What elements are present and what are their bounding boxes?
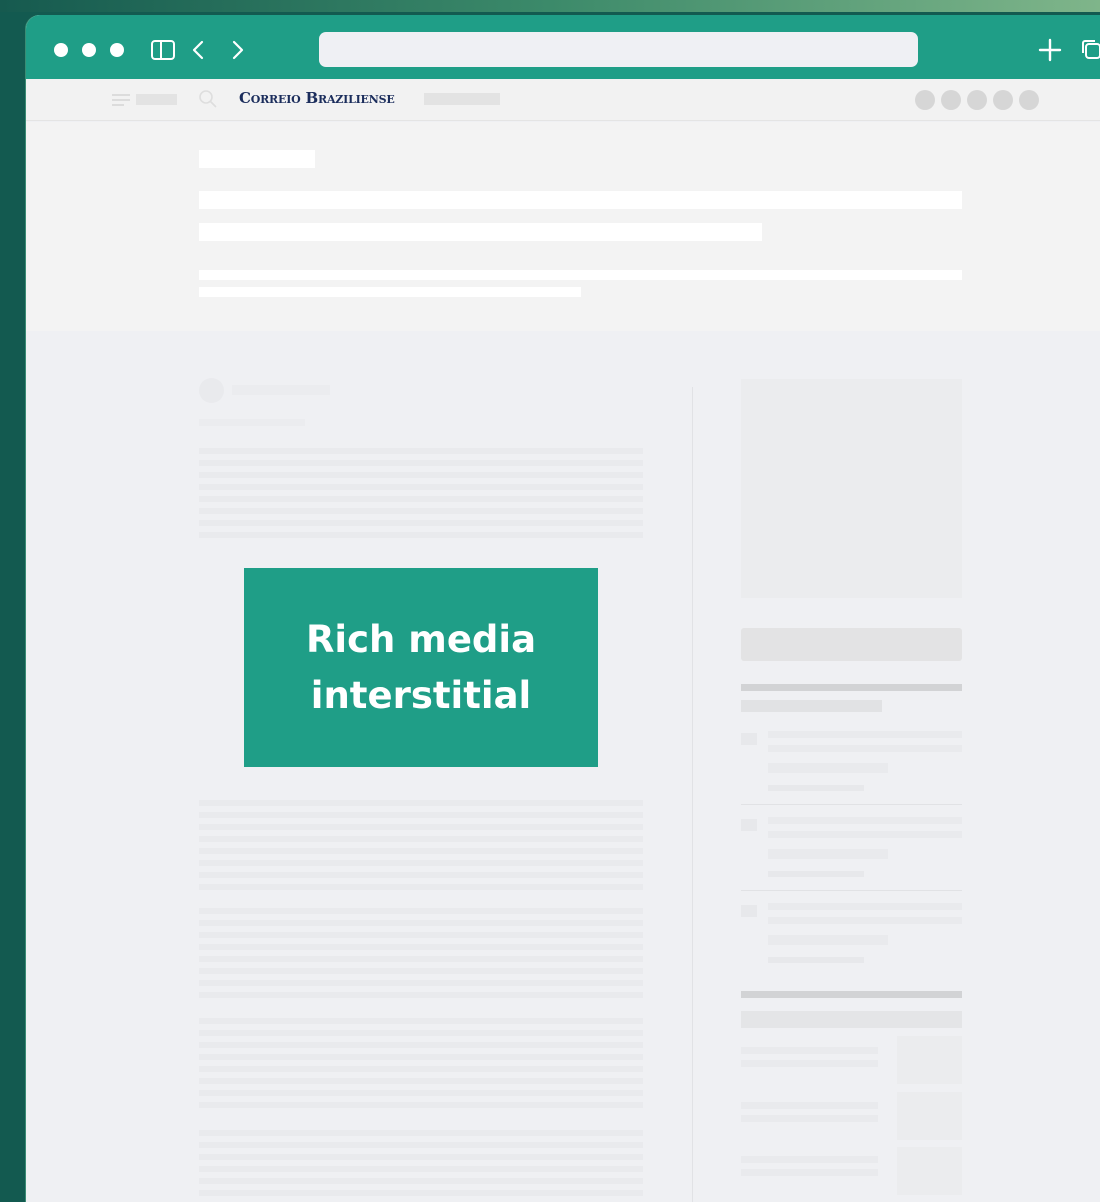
article-header-skeleton	[26, 122, 1100, 331]
forward-icon[interactable]	[224, 37, 250, 63]
sidebar-thumb-placeholder	[897, 1036, 962, 1084]
sidebar-button-placeholder	[741, 628, 962, 661]
subtitle-line-placeholder	[199, 270, 962, 280]
site-logo[interactable]: Correio Braziliense	[239, 89, 395, 107]
news-meta-placeholder	[768, 871, 864, 877]
sidebar-heading-placeholder	[741, 684, 962, 691]
youtube-icon[interactable]	[1019, 90, 1039, 110]
news-meta-placeholder	[768, 785, 864, 791]
instagram-icon[interactable]	[993, 90, 1013, 110]
news-thumb-placeholder	[741, 905, 757, 917]
sidebar-subheading-placeholder	[741, 1011, 962, 1028]
facebook-icon[interactable]	[941, 90, 961, 110]
headline-line-placeholder	[199, 223, 762, 241]
window-zoom-button[interactable]	[110, 43, 124, 57]
address-bar[interactable]	[319, 32, 918, 67]
sidebar-news-item[interactable]	[741, 817, 962, 891]
sidebar-news-item[interactable]	[741, 731, 962, 805]
interstitial-label: Rich media interstitial	[305, 617, 537, 717]
search-icon[interactable]	[198, 89, 218, 109]
author-avatar	[199, 378, 224, 403]
sidebar-heading-placeholder	[741, 991, 962, 998]
twitter-icon[interactable]	[967, 90, 987, 110]
news-line-placeholder	[768, 935, 888, 945]
sidebar-news-item[interactable]	[741, 903, 962, 971]
sidebar-link-placeholder[interactable]	[741, 1156, 878, 1182]
new-tab-icon[interactable]	[1037, 37, 1063, 63]
column-divider	[692, 387, 693, 1202]
sidebar-link-placeholder[interactable]	[741, 1102, 878, 1128]
site-header: Correio Braziliense	[26, 79, 1100, 121]
sidebar-subheading-placeholder	[741, 700, 882, 712]
news-line-placeholder	[768, 763, 888, 773]
sidebar-link-placeholder[interactable]	[741, 1047, 878, 1073]
menu-icon-line	[112, 104, 124, 106]
window-minimize-button[interactable]	[82, 43, 96, 57]
window-close-button[interactable]	[54, 43, 68, 57]
sidebar-thumb-placeholder	[897, 1147, 962, 1195]
desktop-background-strip	[0, 0, 1100, 12]
sidebar-thumb-placeholder	[897, 1092, 962, 1140]
browser-toolbar	[26, 15, 1100, 79]
paragraph-placeholder	[199, 448, 643, 538]
paragraph-placeholder	[199, 908, 643, 998]
author-name-placeholder	[232, 385, 330, 395]
paragraph-placeholder	[199, 800, 643, 890]
news-line-placeholder	[768, 849, 888, 859]
date-placeholder	[199, 419, 305, 426]
sidebar-ad-placeholder	[741, 379, 962, 598]
whatsapp-icon[interactable]	[915, 90, 935, 110]
browser-window: Correio Braziliense Rich media interstit…	[26, 15, 1100, 1202]
news-title-placeholder	[768, 817, 962, 845]
menu-icon[interactable]	[112, 94, 130, 96]
sidebar-icon[interactable]	[150, 37, 176, 63]
back-icon[interactable]	[186, 37, 212, 63]
news-meta-placeholder	[768, 957, 864, 963]
menu-icon-line	[112, 99, 130, 101]
menu-label-placeholder	[136, 94, 177, 105]
subtitle-line-placeholder	[199, 287, 581, 297]
news-title-placeholder	[768, 731, 962, 759]
news-thumb-placeholder	[741, 819, 757, 831]
news-title-placeholder	[768, 903, 962, 931]
headline-line-placeholder	[199, 191, 962, 209]
news-thumb-placeholder	[741, 733, 757, 745]
category-placeholder	[199, 150, 315, 168]
nav-placeholder	[424, 93, 500, 105]
paragraph-placeholder	[199, 1018, 643, 1108]
paragraph-placeholder	[199, 1130, 643, 1202]
rich-media-interstitial-ad[interactable]: Rich media interstitial	[244, 568, 598, 767]
tabs-overview-icon[interactable]	[1079, 37, 1100, 63]
